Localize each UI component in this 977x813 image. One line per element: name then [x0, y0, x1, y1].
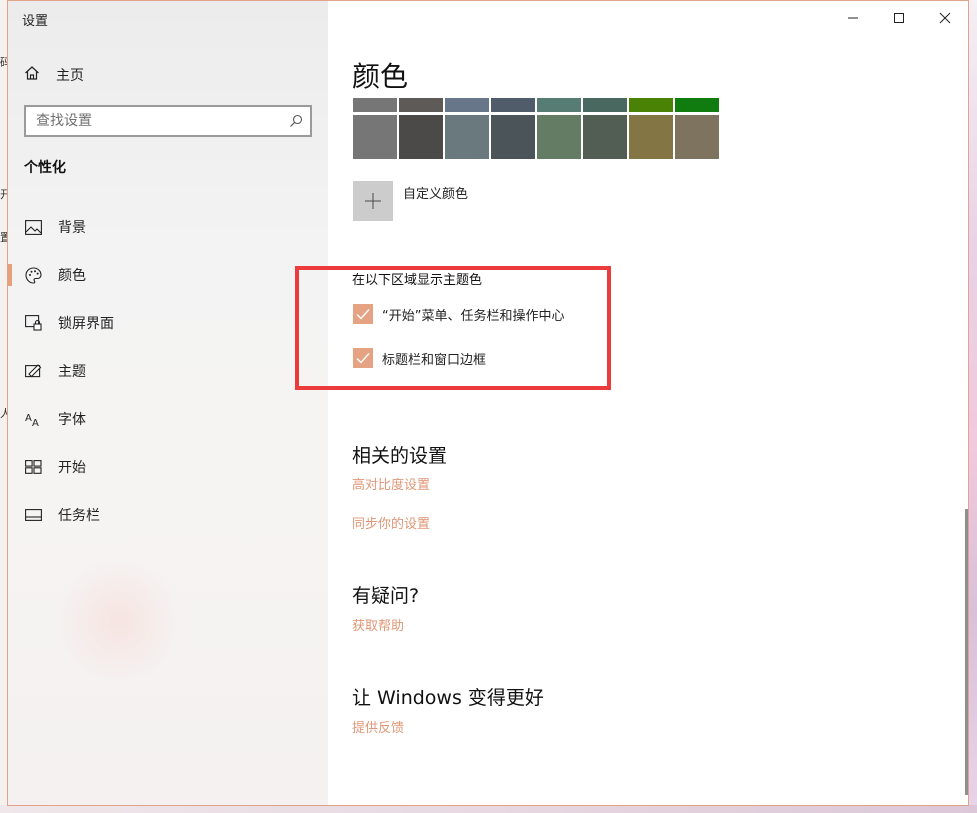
sidebar-item-taskbar[interactable]: 任务栏: [8, 491, 328, 539]
color-swatch[interactable]: [537, 115, 581, 159]
checkbox-label: “开始”菜单、任务栏和操作中心: [382, 308, 565, 324]
theme-icon: [24, 362, 42, 380]
search-box[interactable]: [24, 105, 312, 137]
give-feedback-link[interactable]: 提供反馈: [352, 717, 404, 736]
font-icon: AA: [24, 410, 42, 428]
checkmark-icon: [356, 309, 370, 320]
main-content: 颜色 自定义颜色 在以下区域显示主题色 “开始”菜单、任务栏和操作中心 标题栏和…: [295, 1, 968, 805]
color-swatch[interactable]: [629, 98, 673, 112]
related-settings-title: 相关的设置: [352, 445, 448, 467]
color-swatch[interactable]: [445, 98, 489, 112]
sidebar-item-label: 开始: [58, 460, 86, 476]
sidebar-item-background[interactable]: 背景: [8, 203, 328, 251]
color-swatch[interactable]: [399, 115, 443, 159]
sidebar: 设置 主页 个性化 背景: [8, 1, 328, 805]
get-help-link[interactable]: 获取帮助: [352, 615, 404, 634]
sidebar-item-label: 任务栏: [58, 508, 100, 524]
desktop-wallpaper-bottom: [0, 805, 977, 813]
nav-home[interactable]: 主页: [24, 63, 84, 87]
color-swatch[interactable]: [583, 98, 627, 112]
plus-icon: [353, 181, 393, 221]
sidebar-item-colors[interactable]: 颜色: [8, 251, 328, 299]
color-swatch[interactable]: [353, 98, 397, 112]
page-title: 颜色: [352, 60, 409, 93]
checkbox-label: 标题栏和窗口边框: [382, 352, 487, 368]
minimize-icon: [848, 17, 858, 19]
sidebar-item-label: 颜色: [58, 268, 86, 284]
sidebar-item-label: 主题: [58, 364, 86, 380]
maximize-button[interactable]: [876, 1, 922, 35]
checkbox[interactable]: [353, 348, 373, 368]
feedback-title: 让 Windows 变得更好: [352, 687, 544, 709]
color-swatch[interactable]: [491, 98, 535, 112]
close-icon: [939, 12, 951, 24]
minimize-button[interactable]: [830, 1, 876, 35]
maximize-icon: [894, 13, 904, 23]
window-controls: [830, 1, 968, 35]
sidebar-item-start[interactable]: 开始: [8, 443, 328, 491]
sidebar-item-label: 字体: [58, 412, 86, 428]
home-icon: [24, 65, 40, 85]
color-swatch[interactable]: [491, 115, 535, 159]
palette-icon: [24, 266, 42, 284]
color-swatch[interactable]: [675, 98, 719, 112]
sidebar-item-label: 背景: [58, 220, 86, 236]
search-icon[interactable]: [282, 107, 310, 135]
color-swatch[interactable]: [537, 98, 581, 112]
start-icon: [24, 458, 42, 476]
svg-text:A: A: [32, 418, 39, 427]
checkbox-titlebar-borders[interactable]: 标题栏和窗口边框: [353, 348, 486, 368]
custom-color-button[interactable]: 自定义颜色: [353, 181, 468, 221]
checkbox[interactable]: [353, 304, 373, 324]
high-contrast-link[interactable]: 高对比度设置: [352, 474, 430, 493]
taskbar-icon: [24, 506, 42, 524]
color-swatch[interactable]: [583, 115, 627, 159]
nav-list: 背景 颜色 锁屏界面 主题 A A 字体 开始 任务栏: [8, 203, 328, 539]
sidebar-item-label: 锁屏界面: [58, 316, 114, 332]
section-title: 个性化: [24, 160, 66, 176]
custom-color-label: 自定义颜色: [403, 187, 469, 202]
color-swatch[interactable]: [445, 115, 489, 159]
sidebar-item-lock-screen[interactable]: 锁屏界面: [8, 299, 328, 347]
picture-icon: [24, 218, 42, 236]
checkbox-start-taskbar[interactable]: “开始”菜单、任务栏和操作中心: [353, 304, 564, 324]
lock-screen-icon: [24, 314, 42, 332]
scrollbar[interactable]: [965, 509, 968, 795]
questions-title: 有疑问?: [352, 585, 420, 607]
sidebar-item-fonts[interactable]: AA 字体: [8, 395, 328, 443]
color-swatch[interactable]: [629, 115, 673, 159]
checkmark-icon: [356, 353, 370, 364]
nav-home-label: 主页: [56, 68, 84, 84]
color-swatch[interactable]: [675, 115, 719, 159]
close-button[interactable]: [922, 1, 968, 35]
accent-section-title: 在以下区域显示主题色: [352, 273, 483, 288]
color-swatch[interactable]: [399, 98, 443, 112]
svg-text:A: A: [25, 413, 32, 424]
sidebar-item-themes[interactable]: 主题: [8, 347, 328, 395]
search-input[interactable]: [26, 107, 282, 135]
color-swatch-grid: [353, 98, 719, 159]
sync-settings-link[interactable]: 同步你的设置: [352, 513, 430, 532]
window-title: 设置: [22, 14, 49, 29]
settings-window: 设置 主页 个性化 背景: [7, 0, 969, 806]
color-swatch[interactable]: [353, 115, 397, 159]
